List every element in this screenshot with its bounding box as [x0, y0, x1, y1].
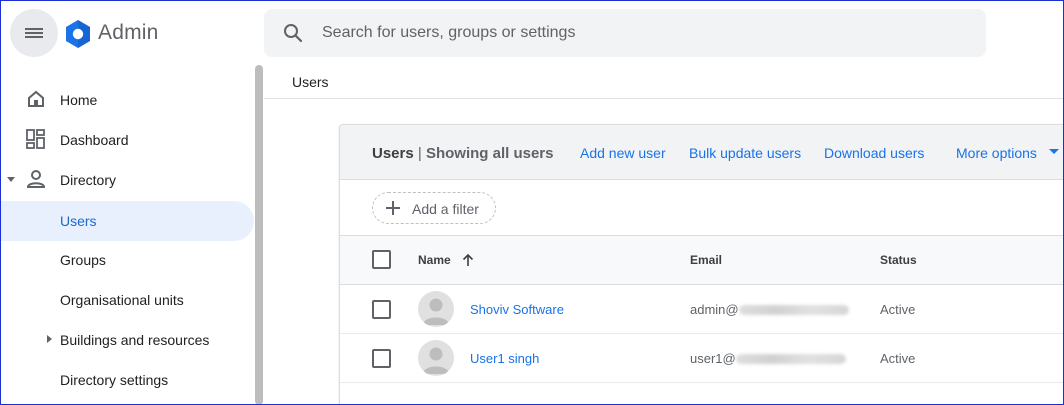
sidebar-item-groups[interactable]: Groups: [0, 240, 254, 280]
sidebar-item-label: Dashboard: [60, 132, 129, 148]
email-prefix: admin@: [690, 302, 739, 317]
sidebar-item-buildings-and-resources[interactable]: Buildings and resources: [0, 320, 254, 360]
expand-caret-icon[interactable]: [47, 335, 52, 343]
sidebar-item-label: Directory: [60, 172, 117, 188]
select-all-checkbox[interactable]: [372, 250, 391, 269]
user-email: user1@: [690, 351, 846, 366]
add-filter-label: Add a filter: [412, 201, 479, 217]
user-name-link[interactable]: User1 singh: [470, 351, 539, 366]
main-menu-button[interactable]: [10, 9, 58, 57]
sidebar-item-label: Organisational units: [60, 292, 184, 308]
bulk-update-users-link[interactable]: Bulk update users: [689, 145, 801, 161]
breadcrumb-current[interactable]: Users: [292, 74, 329, 90]
sidebar-item-directory[interactable]: Directory: [0, 160, 254, 200]
search-input[interactable]: [322, 24, 922, 42]
sidebar-scrollbar[interactable]: [255, 65, 263, 405]
avatar: [418, 291, 454, 327]
sidebar-item-label: Directory settings: [60, 372, 169, 388]
home-icon: [28, 90, 44, 107]
dashboard-icon: [26, 129, 45, 149]
download-users-link[interactable]: Download users: [824, 145, 924, 161]
user-status: Active: [880, 302, 916, 317]
avatar-placeholder-icon: [423, 347, 449, 374]
plus-icon: [386, 201, 400, 215]
row-checkbox[interactable]: [372, 349, 391, 368]
more-options-link[interactable]: More options: [956, 145, 1037, 161]
sidebar-item-label: Buildings and resources: [60, 332, 210, 348]
filter-row: Add a filter: [340, 180, 1064, 236]
admin-logo-icon: [66, 20, 90, 48]
user-status: Active: [880, 351, 916, 366]
column-header-status[interactable]: Status: [880, 253, 917, 267]
sidebar-item-organisational-units[interactable]: Organisational units: [0, 280, 254, 320]
card-header: Users | Showing all users Add new user B…: [340, 125, 1064, 180]
card-title: Users | Showing all users: [372, 145, 553, 162]
sort-ascending-icon[interactable]: [461, 253, 475, 267]
table-row[interactable]: Shoviv Software admin@ Active: [340, 285, 1064, 334]
card-subtitle: Showing all users: [425, 145, 554, 162]
avatar-placeholder-icon: [423, 298, 449, 325]
expand-caret-icon[interactable]: [7, 177, 15, 182]
title-separator: |: [417, 145, 422, 162]
hamburger-icon: [25, 26, 43, 40]
sidebar-item-users[interactable]: Users: [0, 201, 254, 241]
sidebar-item-label: Groups: [60, 252, 106, 268]
more-options-caret-icon[interactable]: [1049, 149, 1059, 154]
row-checkbox[interactable]: [372, 300, 391, 319]
table-row[interactable]: User1 singh user1@ Active: [340, 334, 1064, 383]
breadcrumb: Users: [264, 64, 1064, 99]
sidebar-item-label: Home: [60, 92, 98, 108]
add-filter-button[interactable]: Add a filter: [372, 192, 496, 224]
app-title: Admin: [98, 21, 159, 44]
user-name-link[interactable]: Shoviv Software: [470, 302, 564, 317]
sidebar-item-directory-settings[interactable]: Directory settings: [0, 360, 254, 400]
table-header: Name Email Status: [340, 236, 1064, 285]
add-new-user-link[interactable]: Add new user: [580, 145, 666, 161]
redacted-domain: [735, 354, 846, 364]
column-header-email[interactable]: Email: [690, 253, 722, 267]
avatar: [418, 340, 454, 376]
sidebar-item-label: Users: [60, 213, 97, 229]
sidebar-item-home[interactable]: Home: [0, 80, 254, 120]
column-header-name[interactable]: Name: [418, 253, 451, 267]
redacted-domain: [738, 305, 849, 315]
search-bar[interactable]: [264, 9, 986, 57]
sidebar-nav: Home Dashboard Directory Users Groups Or…: [0, 80, 254, 405]
user-email: admin@: [690, 302, 849, 317]
card-title-main: Users: [372, 145, 414, 162]
search-icon[interactable]: [281, 21, 305, 45]
email-prefix: user1@: [690, 351, 736, 366]
person-icon: [26, 170, 46, 188]
users-card: Users | Showing all users Add new user B…: [339, 124, 1064, 405]
sidebar-item-dashboard[interactable]: Dashboard: [0, 120, 254, 160]
